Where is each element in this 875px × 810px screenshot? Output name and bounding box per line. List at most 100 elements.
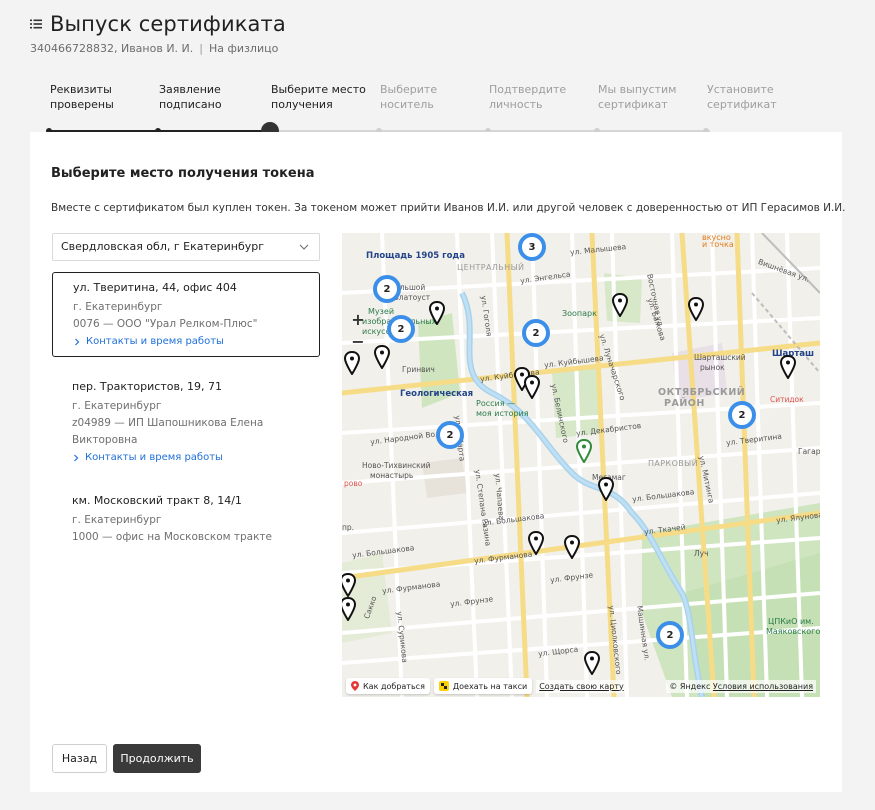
map-label-monastery2: монастырь xyxy=(370,471,414,480)
map-pin-icon[interactable] xyxy=(528,531,544,555)
map-pin-icon[interactable] xyxy=(374,345,390,369)
map-pin-icon[interactable] xyxy=(598,477,614,501)
map-label-grinvich: Гринвич xyxy=(402,365,435,374)
step-label-line2: получения xyxy=(271,98,333,111)
zoom-out-button[interactable]: − xyxy=(348,331,368,353)
map-pin-icon[interactable] xyxy=(429,301,445,325)
map-pin-icon[interactable] xyxy=(564,535,580,559)
map-pin-icon[interactable] xyxy=(344,351,360,375)
taxi-button-label: Доехать на такси xyxy=(452,681,528,691)
step-label-line2: сертификат xyxy=(598,98,668,111)
map-cluster[interactable]: 2 xyxy=(656,621,684,649)
office-partner: 0076 — ООО "Урал Релком-Плюс" xyxy=(73,318,258,330)
route-button[interactable]: Как добраться xyxy=(346,678,430,694)
map-label-gagarin: Гагарин xyxy=(798,447,820,456)
map-label-vkusno2: и точка xyxy=(702,240,734,249)
office-item-traktoristov[interactable]: пер. Трактористов, 19, 71 г. Екатеринбур… xyxy=(52,372,320,471)
map-label-sitidok: Ситидок xyxy=(770,395,804,404)
step-label-line1: Выберите место xyxy=(271,83,366,96)
step-choose-carrier: Выберите носитель xyxy=(380,82,480,112)
step-choose-place: Выберите место получения xyxy=(271,82,371,112)
map-label-proezd: пр. xyxy=(342,523,355,532)
section-title: Выберите место получения токена xyxy=(51,166,315,181)
map-label-oktyabrsky2: РАЙОН xyxy=(664,398,705,409)
step-label-line1: Выберите xyxy=(380,83,438,96)
step-requisites: Реквизиты проверены xyxy=(50,82,150,112)
step-install-certificate: Установите сертификат xyxy=(707,82,807,112)
taxi-icon xyxy=(438,681,449,691)
map-pin-icon[interactable] xyxy=(612,293,628,317)
page-subtitle: 340466728832, Иванов И. И. | На физлицо xyxy=(30,42,286,55)
office-partner-cont: Викторовна xyxy=(72,434,138,446)
map-cluster[interactable]: 2 xyxy=(436,421,464,449)
office-item-moskovsky[interactable]: км. Московский тракт 8, 14/1 г. Екатерин… xyxy=(52,486,320,554)
contacts-link-label: Контакты и время работы xyxy=(86,336,224,347)
map[interactable]: Площадь 1905 года ЦЕНТРАЛЬНЫЙ Большой Зл… xyxy=(342,233,820,697)
step-issue-certificate: Мы выпустим сертификат xyxy=(598,82,698,112)
map-pin-selected-icon[interactable] xyxy=(576,439,592,463)
step-label-line1: Установите xyxy=(707,83,774,96)
map-label-provo: рово xyxy=(344,479,363,488)
step-label-line1: Заявление xyxy=(159,83,221,96)
continue-button[interactable]: Продолжить xyxy=(113,744,201,773)
map-cluster[interactable]: 3 xyxy=(518,233,546,261)
map-label-luch: Луч xyxy=(694,549,709,558)
step-label-line2: сертификат xyxy=(707,98,777,111)
page-header: Выпуск сертификата 340466728832, Иванов … xyxy=(30,12,286,55)
office-name: км. Московский тракт 8, 14/1 xyxy=(72,494,242,507)
contacts-link[interactable]: Контакты и время работы xyxy=(73,336,299,347)
step-label-line1: Подтвердите xyxy=(489,83,567,96)
page-title: Выпуск сертификата xyxy=(50,12,286,36)
contacts-link[interactable]: Контакты и время работы xyxy=(72,452,300,463)
map-label-square1905: Площадь 1905 года xyxy=(366,251,466,261)
region-select-value: Свердловская обл, г Екатеринбург xyxy=(61,240,265,253)
terms-link[interactable]: Условия использования xyxy=(713,682,813,691)
main-card: Выберите место получения токена Вместе с… xyxy=(30,132,846,792)
map-label-tskp: ЦПКиО им. xyxy=(768,617,814,626)
route-button-label: Как добраться xyxy=(363,681,425,691)
office-city: г. Екатеринбург xyxy=(72,400,162,412)
zoom-in-button[interactable]: + xyxy=(348,309,368,331)
section-description: Вместе с сертификатом был куплен токен. … xyxy=(51,202,846,214)
map-cluster[interactable]: 2 xyxy=(387,315,415,343)
create-map-link[interactable]: Создать свою карту xyxy=(536,679,627,693)
chevron-down-icon xyxy=(299,244,309,250)
step-label-line2: проверены xyxy=(50,98,114,111)
chevron-right-icon xyxy=(75,338,80,345)
back-button[interactable]: Назад xyxy=(52,744,107,773)
office-item-tveritina[interactable]: ул. Тверитина, 44, офис 404 г. Екатеринб… xyxy=(52,272,320,357)
office-partner: 1000 — офис на Московском тракте xyxy=(72,531,273,543)
region-select[interactable]: Свердловская обл, г Екатеринбург xyxy=(52,233,320,261)
step-label-line1: Реквизиты xyxy=(50,83,112,96)
step-label-line2: носитель xyxy=(380,98,434,111)
map-label-zoo: Зоопарк xyxy=(562,309,597,318)
subtitle-separator: | xyxy=(199,42,203,55)
office-name: ул. Тверитина, 44, офис 404 xyxy=(73,281,237,294)
map-label-oktyabrsky: ОКТЯБРЬСКИЙ xyxy=(658,387,746,398)
step-label-line2: подписано xyxy=(159,98,222,111)
map-pin-icon[interactable] xyxy=(780,355,796,379)
office-name: пер. Трактористов, 19, 71 xyxy=(72,380,222,393)
office-city: г. Екатеринбург xyxy=(73,301,163,313)
map-label-tskp2: Маяковского xyxy=(766,627,820,636)
step-label-line1: Мы выпустим xyxy=(598,83,677,96)
map-pin-icon[interactable] xyxy=(342,573,356,597)
map-label-central: ЦЕНТРАЛЬНЫЙ xyxy=(457,263,525,272)
map-pin-icon[interactable] xyxy=(688,297,704,321)
contacts-link-label: Контакты и время работы xyxy=(85,452,223,463)
subtitle-id-name: 340466728832, Иванов И. И. xyxy=(30,42,194,55)
map-pin-icon[interactable] xyxy=(524,375,540,399)
map-pin-icon[interactable] xyxy=(584,651,600,675)
step-application: Заявление подписано xyxy=(159,82,259,112)
list-icon[interactable] xyxy=(30,18,42,30)
map-cluster[interactable]: 2 xyxy=(728,401,756,429)
office-city: г. Екатеринбург xyxy=(72,514,162,526)
map-pin-icon[interactable] xyxy=(342,597,356,621)
map-label-park: ПАРКОВЫЙ xyxy=(648,459,699,468)
taxi-button[interactable]: Доехать на такси xyxy=(433,678,533,694)
office-partner: z04989 — ИП Шапошникова Елена xyxy=(72,417,264,429)
map-cluster[interactable]: 2 xyxy=(373,275,401,303)
map-cluster[interactable]: 2 xyxy=(522,319,550,347)
map-copyright: © Яндекс Условия использования xyxy=(666,679,816,693)
zoom-control: + − xyxy=(348,309,368,353)
